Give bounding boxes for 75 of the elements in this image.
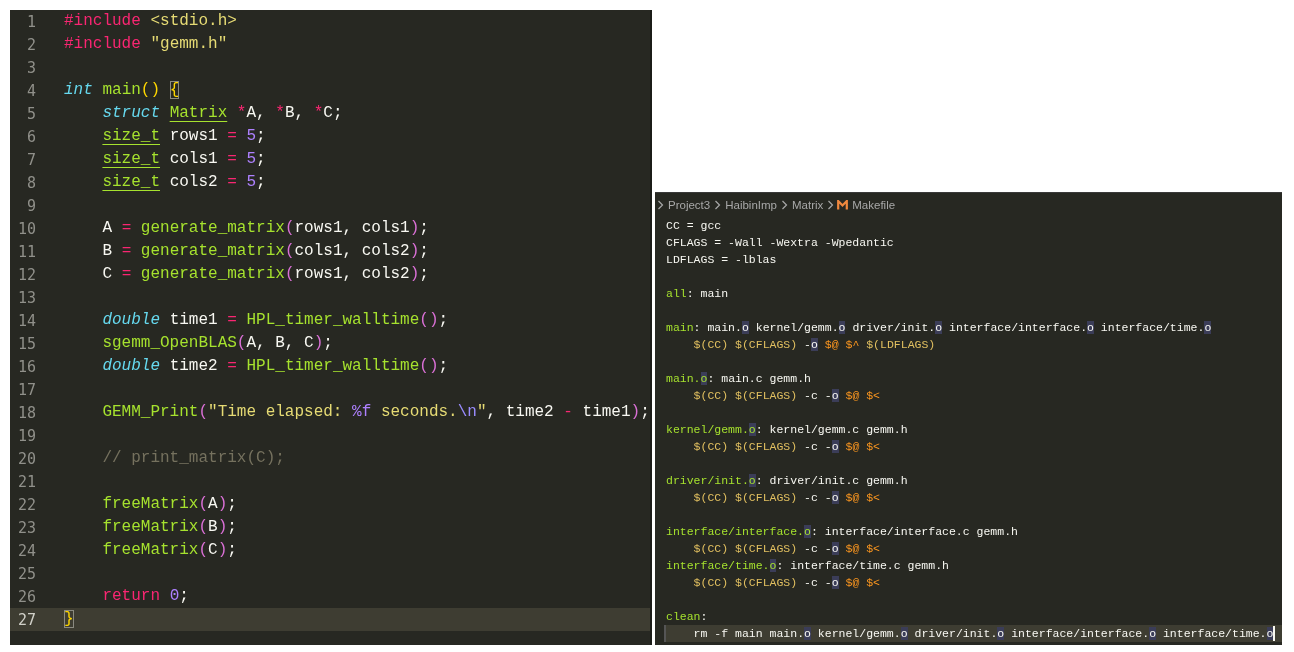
line-number: 19 (16, 426, 36, 445)
code-line: interface/interface.o: interface/interface.c gemm.h (666, 524, 1018, 540)
code-line: CC = gcc (666, 218, 722, 234)
code-line: all: main (666, 286, 729, 302)
code-line: return 0; (101, 586, 189, 607)
breadcrumb-item[interactable]: Project3 (667, 199, 712, 211)
line-number: 10 (16, 219, 36, 238)
text-cursor (1273, 626, 1275, 641)
chevron-right-icon (714, 200, 722, 210)
code-line: LDFLAGS = -lblas (666, 252, 777, 268)
line-number: 22 (16, 495, 36, 514)
code-line: #include <stdio.h> (64, 11, 237, 32)
code-line: struct Matrix *A, *B, *C; (101, 103, 343, 124)
code-line: rm -f main main.o kernel/gemm.o driver/init.o interface/interface.o interface/time.o (692, 626, 1274, 642)
line-number: 21 (16, 472, 36, 491)
line-number: 7 (25, 150, 36, 169)
line-number: 8 (25, 173, 36, 192)
code-line: $(CC) $(CFLAGS) -c -o $@ $< (692, 541, 880, 557)
line-number: 24 (16, 541, 36, 560)
breadcrumb-item[interactable]: Makefile (851, 199, 897, 211)
code-line: main: main.o kernel/gemm.o driver/init.o interface/interface.o interface/time.o (666, 320, 1212, 336)
line-number: 18 (16, 403, 36, 422)
code-line: #include "gemm.h" (64, 34, 228, 55)
code-line: $(CC) $(CFLAGS) -c -o $@ $< (692, 439, 880, 455)
code-line: $(CC) $(CFLAGS) -c -o $@ $< (692, 490, 880, 506)
code-line: double time1 = HPL_timer_walltime(); (101, 310, 449, 331)
code-line: A = generate_matrix(rows1, cols1); (101, 218, 429, 239)
code-line: C = generate_matrix(rows1, cols2); (101, 264, 429, 285)
line-number: 5 (25, 104, 36, 123)
code-line: B = generate_matrix(cols1, cols2); (101, 241, 429, 262)
line-number: 27 (16, 610, 36, 629)
chevron-right-icon (657, 200, 664, 210)
code-line: $(CC) $(CFLAGS) -c -o $@ $< (692, 575, 880, 591)
line-number: 17 (16, 380, 36, 399)
code-line: clean: (666, 609, 708, 625)
chevron-right-icon (827, 200, 835, 210)
code-line: CFLAGS = -Wall -Wextra -Wpedantic (666, 235, 894, 251)
line-number: 25 (16, 564, 36, 583)
line-number: 6 (25, 127, 36, 146)
code-line: main.o: main.c gemm.h (666, 371, 811, 387)
code-line: size_t cols1 = 5; (101, 149, 266, 170)
line-number: 11 (16, 242, 36, 261)
code-line: driver/init.o: driver/init.c gemm.h (666, 473, 908, 489)
line-number: 23 (16, 518, 36, 537)
breadcrumb-item[interactable]: Matrix (790, 199, 825, 211)
code-line: size_t cols2 = 5; (101, 172, 266, 193)
line-number: 20 (16, 449, 36, 468)
code-line: kernel/gemm.o: kernel/gemm.c gemm.h (666, 422, 908, 438)
chevron-right-icon (780, 200, 788, 210)
code-line: interface/time.o: interface/time.c gemm.h (666, 558, 949, 574)
code-line: double time2 = HPL_timer_walltime(); (101, 356, 449, 377)
line-number: 2 (25, 35, 36, 54)
code-line: freeMatrix(A); (101, 494, 237, 515)
line-number: 13 (16, 288, 36, 307)
code-line: sgemm_OpenBLAS(A, B, C); (101, 333, 333, 354)
code-line: int main() { (64, 80, 180, 101)
m-logo-icon (837, 200, 849, 210)
line-number: 26 (16, 587, 36, 606)
code-line: freeMatrix(B); (101, 517, 237, 538)
code-line: // print_matrix(C); (101, 448, 285, 469)
line-number: 9 (25, 196, 36, 215)
line-number: 3 (25, 58, 36, 77)
line-number: 12 (16, 265, 36, 284)
code-line: } (64, 609, 74, 630)
breadcrumb-item[interactable]: HaibinImp (724, 199, 778, 211)
line-number: 4 (25, 81, 36, 100)
code-line: size_t rows1 = 5; (101, 126, 266, 147)
code-line: $(CC) $(CFLAGS) -c -o $@ $< (692, 388, 880, 404)
line-number: 1 (25, 12, 36, 31)
line-number: 16 (16, 357, 36, 376)
code-line: GEMM_Print("Time elapsed: %f seconds.\n", time2 - time1); (101, 402, 650, 423)
code-line: freeMatrix(C); (101, 540, 237, 561)
line-number: 14 (16, 311, 36, 330)
line-number: 15 (16, 334, 36, 353)
code-line: $(CC) $(CFLAGS) -o $@ $^ $(LDFLAGS) (692, 337, 936, 353)
